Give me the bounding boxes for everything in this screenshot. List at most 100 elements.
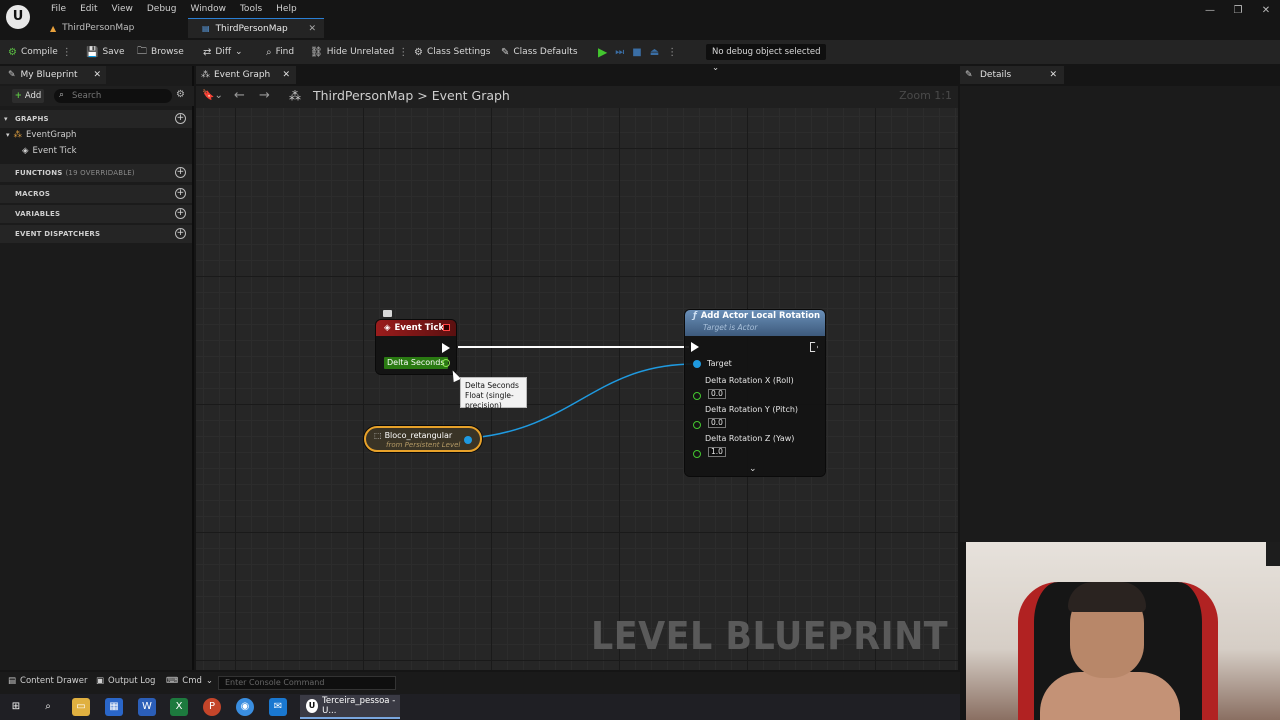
comment-icon[interactable] bbox=[383, 310, 392, 317]
roll-pin[interactable] bbox=[693, 392, 701, 400]
diff-button[interactable]: ⇄ Diff ⌄ bbox=[203, 40, 243, 64]
class-defaults-button[interactable]: ✎ Class Defaults bbox=[501, 40, 578, 64]
status-bar: ▤ Content Drawer ▣ Output Log ⌨ Cmd ⌄ En… bbox=[0, 672, 960, 694]
gear-icon[interactable]: ⚙ bbox=[176, 89, 185, 100]
save-button[interactable]: 💾 Save bbox=[86, 40, 125, 64]
play-icon[interactable]: ▶ bbox=[598, 45, 607, 59]
menu-debug[interactable]: Debug bbox=[140, 2, 184, 16]
add-macro-icon[interactable]: + bbox=[175, 188, 186, 199]
close-tab-icon[interactable]: ✕ bbox=[282, 70, 290, 80]
more-options-icon[interactable]: ⋮ bbox=[398, 47, 408, 58]
roll-value-input[interactable]: 0.0 bbox=[708, 389, 726, 399]
person-hair bbox=[1068, 582, 1146, 612]
event-graph-tab[interactable]: ⁂ Event Graph ✕ bbox=[196, 66, 296, 84]
add-variable-icon[interactable]: + bbox=[175, 208, 186, 219]
exec-input-pin[interactable] bbox=[691, 342, 699, 352]
class-settings-button[interactable]: ⚙ Class Settings bbox=[414, 40, 490, 64]
doc-tab-label: ThirdPersonMap bbox=[215, 23, 288, 34]
add-dispatcher-icon[interactable]: + bbox=[175, 228, 186, 239]
add-graph-icon[interactable]: + bbox=[175, 113, 186, 124]
powerpoint-icon[interactable]: P bbox=[203, 698, 221, 716]
more-options-icon[interactable]: ⋮ bbox=[62, 47, 72, 58]
back-arrow-icon[interactable]: ← bbox=[234, 88, 245, 103]
add-actor-local-rotation-node[interactable]: ƒ Add Actor Local Rotation Target is Act… bbox=[685, 310, 825, 476]
debug-object-select[interactable]: No debug object selected ⌄ bbox=[706, 44, 826, 73]
forward-arrow-icon[interactable]: → bbox=[259, 88, 270, 103]
chrome-icon[interactable]: ◉ bbox=[236, 698, 254, 716]
my-blueprint-tab[interactable]: ✎ My Blueprint ✕ bbox=[0, 66, 106, 84]
section-variables[interactable]: VARIABLES + bbox=[0, 205, 192, 223]
event-tick-node[interactable]: ◈ Event Tick Delta Seconds bbox=[376, 320, 456, 374]
node-title: Bloco_retangular bbox=[384, 431, 453, 440]
add-function-icon[interactable]: + bbox=[175, 167, 186, 178]
doc-tab-level[interactable]: ▲ ThirdPersonMap bbox=[36, 18, 186, 38]
menu-help[interactable]: Help bbox=[269, 2, 304, 16]
exec-output-pin[interactable] bbox=[442, 343, 450, 353]
hide-unrelated-button[interactable]: ⛓ Hide Unrelated ⋮ bbox=[310, 40, 408, 64]
word-icon[interactable]: W bbox=[138, 698, 156, 716]
find-button[interactable]: ⌕ Find bbox=[266, 40, 294, 64]
pitch-value-input[interactable]: 0.0 bbox=[708, 418, 726, 428]
compile-icon: ⚙ bbox=[8, 46, 17, 58]
bookmark-icon[interactable]: 🔖⌄ bbox=[202, 90, 223, 101]
target-pin[interactable] bbox=[693, 359, 701, 368]
delegate-pin[interactable] bbox=[443, 324, 450, 331]
compile-button[interactable]: ⚙ Compile ⋮ bbox=[8, 40, 72, 64]
menu-file[interactable]: File bbox=[44, 2, 73, 16]
exec-output-pin[interactable] bbox=[810, 342, 818, 352]
more-options-icon[interactable]: ⋮ bbox=[667, 47, 677, 58]
pitch-pin[interactable] bbox=[693, 421, 701, 429]
cmd-dropdown[interactable]: ⌨ Cmd ⌄ bbox=[166, 676, 213, 686]
breadcrumb-level[interactable]: ThirdPersonMap bbox=[313, 88, 413, 103]
delta-seconds-pin[interactable] bbox=[442, 359, 450, 367]
content-drawer-button[interactable]: ▤ Content Drawer bbox=[8, 676, 87, 686]
excel-icon[interactable]: X bbox=[170, 698, 188, 716]
node-header: ◈ Event Tick bbox=[376, 320, 456, 336]
tree-item-eventgraph[interactable]: ▾ ⁂ EventGraph bbox=[6, 130, 76, 140]
my-blueprint-tab-label: My Blueprint bbox=[20, 70, 78, 80]
stop-icon[interactable]: ■ bbox=[632, 47, 641, 58]
breadcrumb-graph[interactable]: Event Graph bbox=[432, 88, 510, 103]
graph-canvas[interactable]: ◈ Event Tick Delta Seconds Delta Seconds… bbox=[196, 108, 958, 670]
bloco-retangular-node[interactable]: ⬚ Bloco_retangular from Persistent Level bbox=[364, 426, 482, 452]
search-input[interactable]: ⌕ Search bbox=[54, 89, 172, 103]
mail-icon[interactable]: ✉ bbox=[269, 698, 287, 716]
section-graphs[interactable]: ▾ GRAPHS + bbox=[0, 110, 192, 128]
unreal-logo-icon[interactable]: U bbox=[6, 5, 30, 29]
eject-icon[interactable]: ⏏ bbox=[650, 47, 659, 58]
output-log-icon: ▣ bbox=[96, 676, 105, 686]
section-macros[interactable]: MACROS + bbox=[0, 185, 192, 203]
webcam-frame bbox=[960, 542, 966, 720]
menu-window[interactable]: Window bbox=[183, 2, 233, 16]
unreal-logo-icon: U bbox=[306, 699, 319, 713]
menu-tools[interactable]: Tools bbox=[233, 2, 269, 16]
chevron-down-icon[interactable]: ⌄ bbox=[749, 464, 757, 474]
document-tabs: ▲ ThirdPersonMap ▤ ThirdPersonMap ✕ bbox=[0, 18, 1280, 38]
browse-button[interactable]: 🗀 Browse bbox=[137, 40, 184, 64]
close-tab-icon[interactable]: ✕ bbox=[93, 70, 101, 80]
menu-view[interactable]: View bbox=[105, 2, 140, 16]
store-icon[interactable]: ▦ bbox=[105, 698, 123, 716]
tree-item-event-tick[interactable]: ◈ Event Tick bbox=[22, 146, 77, 156]
console-command-input[interactable]: Enter Console Command bbox=[218, 676, 396, 690]
doc-tab-blueprint[interactable]: ▤ ThirdPersonMap ✕ bbox=[188, 18, 324, 38]
windows-start-icon[interactable]: ⊞ bbox=[7, 698, 25, 716]
taskbar-unreal-editor[interactable]: U Terceira_pessoa - U... bbox=[300, 695, 400, 719]
add-button[interactable]: + Add bbox=[12, 89, 44, 103]
output-log-button[interactable]: ▣ Output Log bbox=[96, 676, 155, 686]
close-tab-icon[interactable]: ✕ bbox=[1049, 70, 1057, 80]
target-pin-row: Target bbox=[693, 359, 732, 368]
section-functions[interactable]: FUNCTIONS (19 OVERRIDABLE) + bbox=[0, 164, 192, 182]
search-icon[interactable]: ⌕ bbox=[39, 698, 57, 716]
section-event-dispatchers[interactable]: EVENT DISPATCHERS + bbox=[0, 225, 192, 243]
menu-edit[interactable]: Edit bbox=[73, 2, 104, 16]
object-output-pin[interactable] bbox=[464, 436, 472, 444]
yaw-value-input[interactable]: 1.0 bbox=[708, 447, 726, 457]
step-icon[interactable]: ⏭ bbox=[615, 47, 624, 58]
close-tab-icon[interactable]: ✕ bbox=[308, 24, 316, 34]
file-explorer-icon[interactable]: ▭ bbox=[72, 698, 90, 716]
cmd-label: Cmd bbox=[182, 676, 202, 686]
yaw-pin[interactable] bbox=[693, 450, 701, 458]
pin-label-pitch: Delta Rotation Y (Pitch) bbox=[705, 405, 798, 414]
details-tab[interactable]: ✎ Details ✕ bbox=[960, 66, 1064, 84]
